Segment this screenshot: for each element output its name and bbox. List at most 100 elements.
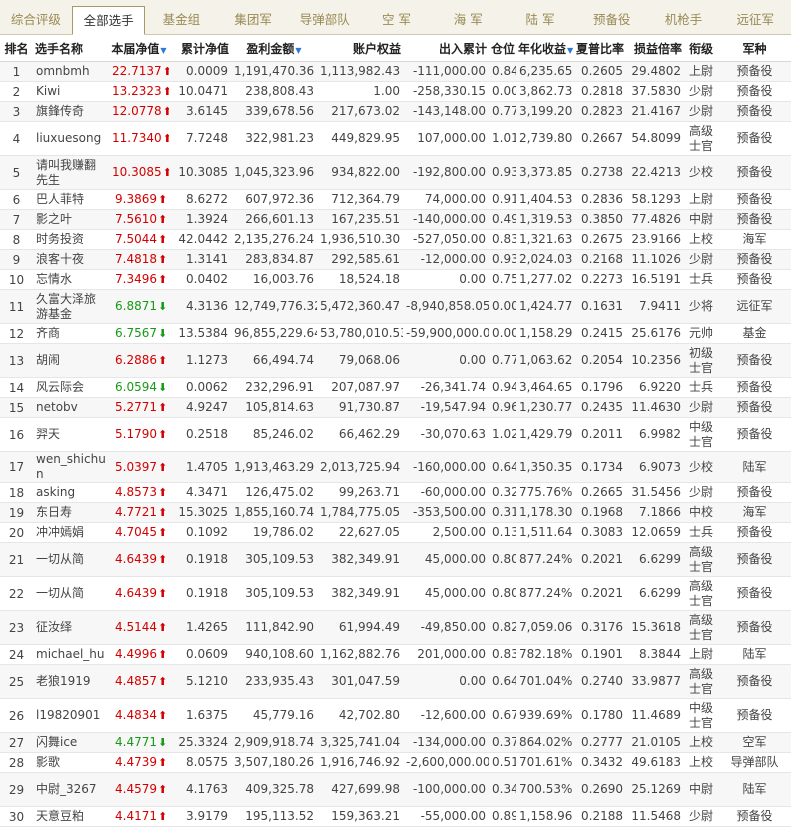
player-name-link[interactable]: 风云际会 bbox=[33, 377, 109, 398]
profit-cell: 283,834.87 bbox=[231, 249, 317, 270]
tab-9[interactable]: 机枪手 bbox=[648, 6, 720, 34]
sharpe-cell: 0.1631 bbox=[573, 289, 626, 324]
player-name-link[interactable]: liuxuesong bbox=[33, 121, 109, 156]
col-inout[interactable]: 出入累计 bbox=[403, 35, 489, 62]
tab-6[interactable]: 海 军 bbox=[432, 6, 504, 34]
loss-ratio-cell: 49.6183 bbox=[626, 752, 684, 773]
player-name-link[interactable]: asking bbox=[33, 482, 109, 503]
inout-cell: -59,900,000.00 bbox=[403, 323, 489, 344]
table-row[interactable]: 22 一切从简 4.6439⬆ 0.1918 305,109.53 382,349.91 4… bbox=[0, 576, 791, 611]
mil-rank-cell: 少尉 bbox=[684, 101, 718, 122]
tab-3[interactable]: 集团军 bbox=[217, 6, 289, 34]
player-name-link[interactable]: michael_hu bbox=[33, 644, 109, 665]
col-mil-rank[interactable]: 衔级 bbox=[684, 35, 718, 62]
tab-0[interactable]: 综合评级 bbox=[0, 6, 72, 34]
player-name-link[interactable]: 齐商 bbox=[33, 323, 109, 344]
player-name-link[interactable]: 东日寿 bbox=[33, 502, 109, 523]
table-row[interactable]: 2Kiwi13.2323⬆10.0471238,808.431.00-258,3… bbox=[0, 81, 791, 102]
table-row[interactable]: 6 巴人菲特 9.3869⬆ 8.6272 607,972.36 712,364.79 74… bbox=[0, 189, 791, 210]
col-annual[interactable]: 年化收益▼ bbox=[516, 35, 573, 62]
table-row[interactable]: 5请叫我赚翻先生10.3085⬆10.30851,045,323.96934,8… bbox=[0, 155, 791, 190]
cum-nav-cell: 5.1210 bbox=[169, 664, 231, 699]
player-name-link[interactable]: 中尉_3267 bbox=[33, 772, 109, 807]
player-name-link[interactable]: 请叫我赚翻先生 bbox=[33, 155, 109, 190]
annual-cell: 1,429.79% bbox=[516, 417, 573, 452]
player-name-link[interactable]: 影歌 bbox=[33, 752, 109, 773]
table-row[interactable]: 25 老狼1919 4.4857⬆ 5.1210 233,935.43 301,047.5… bbox=[0, 664, 791, 699]
table-row[interactable]: 16 羿天 5.1790⬆ 0.2518 85,246.02 66,462.29 -30,0… bbox=[0, 417, 791, 452]
tab-1[interactable]: 全部选手 bbox=[71, 6, 146, 35]
player-name-link[interactable]: 羿天 bbox=[33, 417, 109, 452]
player-name-link[interactable]: omnbmh bbox=[33, 61, 109, 82]
col-cum-nav[interactable]: 累计净值 bbox=[169, 35, 231, 62]
player-name-link[interactable]: 冲冲嫣娟 bbox=[33, 522, 109, 543]
col-profit[interactable]: 盈利金额▼ bbox=[231, 35, 317, 62]
col-rank[interactable]: 排名 bbox=[0, 35, 33, 62]
tab-2[interactable]: 基金组 bbox=[145, 6, 217, 34]
table-row[interactable]: 7 影之叶 7.5610⬆ 1.3924 266,601.13 167,235.51 -14… bbox=[0, 209, 791, 230]
table-row[interactable]: 1omnbmh22.7137⬆0.00091,191,470.361,113,9… bbox=[0, 61, 791, 82]
table-row[interactable]: 21 一切从简 4.6439⬆ 0.1918 305,109.53 382,349.91 4… bbox=[0, 542, 791, 577]
player-name-link[interactable]: 旗鋒传奇 bbox=[33, 101, 109, 122]
tab-5[interactable]: 空 军 bbox=[361, 6, 433, 34]
nav-value: 5.0397 bbox=[115, 459, 157, 474]
col-service[interactable]: 军种 bbox=[718, 35, 791, 62]
player-name-link[interactable]: 一切从简 bbox=[33, 576, 109, 611]
tab-7[interactable]: 陆 军 bbox=[504, 6, 576, 34]
player-name-link[interactable]: 征汝绎 bbox=[33, 610, 109, 645]
player-name-link[interactable]: Kiwi bbox=[33, 81, 109, 102]
table-row[interactable]: 26 l19820901 4.4834⬆ 1.6375 45,779.16 42,702.… bbox=[0, 698, 791, 733]
col-equity[interactable]: 账户权益 bbox=[317, 35, 403, 62]
table-row[interactable]: 24 michael_hu 4.4996⬆ 0.0609 940,108.60 1,162… bbox=[0, 644, 791, 665]
table-row[interactable]: 19 东日寿 4.7721⬆ 15.3025 1,855,160.74 1,784,775… bbox=[0, 502, 791, 523]
table-row[interactable]: 30 天意豆粕 4.4171⬆ 3.9179 195,113.52 159,363.21-… bbox=[0, 806, 791, 827]
table-row[interactable]: 23 征汝绎 4.5144⬆ 1.4265 111,842.90 61,994.49 -49… bbox=[0, 610, 791, 645]
player-name-link[interactable]: wen_shichun bbox=[33, 451, 109, 483]
table-row[interactable]: 13 胡闹 6.2886⬆ 1.1273 66,494.74 79,068.06 0.00 0… bbox=[0, 343, 791, 378]
player-name-link[interactable]: 忘情水 bbox=[33, 269, 109, 290]
table-row[interactable]: 11 久富大泽旅游基金 6.8871⬇ 4.3136 12,749,776.32 5,47… bbox=[0, 289, 791, 324]
player-name-link[interactable]: 浪客十夜 bbox=[33, 249, 109, 270]
player-name-link[interactable]: l19820901 bbox=[33, 698, 109, 733]
player-name-link[interactable]: 胡闹 bbox=[33, 343, 109, 378]
player-name-link[interactable]: 天意豆粕 bbox=[33, 806, 109, 827]
player-name-link[interactable]: netobv bbox=[33, 397, 109, 418]
table-row[interactable]: 10 忘情水 7.3496⬆ 0.0402 16,003.76 18,524.18 0.00… bbox=[0, 269, 791, 290]
table-row[interactable]: 29 中尉_3267 4.4579⬆ 4.1763 409,325.78 427,699.… bbox=[0, 772, 791, 807]
week-nav-cell: 7.4818⬆ bbox=[109, 249, 169, 270]
table-row[interactable]: 12 齐商 6.7567⬇ 13.5384 96,855,229.64 53,780,01… bbox=[0, 323, 791, 344]
tab-8[interactable]: 预备役 bbox=[576, 6, 648, 34]
col-week-nav[interactable]: 本届净值▼ bbox=[109, 35, 169, 62]
table-row[interactable]: 15 netobv 5.2771⬆ 4.9247 105,814.63 91,730.87… bbox=[0, 397, 791, 418]
table-row[interactable]: 17 wen_shichun 5.0397⬆ 1.4705 1,913,463.29 2,… bbox=[0, 451, 791, 483]
table-row[interactable]: 14 风云际会 6.0594⬇ 0.0062 232,296.91 207,087.97-… bbox=[0, 377, 791, 398]
table-row[interactable]: 28 影歌 4.4739⬆ 8.0575 3,507,180.26 1,916,746.9… bbox=[0, 752, 791, 773]
table-row[interactable]: 8 时务投资 7.5044⬆ 42.0442 2,135,276.24 1,936,510… bbox=[0, 229, 791, 250]
player-name-link[interactable]: 影之叶 bbox=[33, 209, 109, 230]
col-sharpe[interactable]: 夏普比率 bbox=[573, 35, 626, 62]
col-name[interactable]: 选手名称 bbox=[33, 35, 109, 62]
player-name-link[interactable]: 时务投资 bbox=[33, 229, 109, 250]
player-name-link[interactable]: 巴人菲特 bbox=[33, 189, 109, 210]
annual-cell: 2,739.80% bbox=[516, 121, 573, 156]
player-name-link[interactable]: 闪舞ice bbox=[33, 732, 109, 753]
position-cell: 0.77 bbox=[489, 101, 516, 122]
player-name-link[interactable]: 久富大泽旅游基金 bbox=[33, 289, 109, 324]
table-row[interactable]: 9 浪客十夜 7.4818⬆ 1.3141 283,834.87 292,585.61 -1… bbox=[0, 249, 791, 270]
col-loss-ratio[interactable]: 损益倍率 bbox=[626, 35, 684, 62]
loss-ratio-cell: 6.9220 bbox=[626, 377, 684, 398]
col-position[interactable]: 仓位 bbox=[489, 35, 516, 62]
table-row[interactable]: 20 冲冲嫣娟 4.7045⬆ 0.1092 19,786.02 22,627.05 2,5… bbox=[0, 522, 791, 543]
table-row[interactable]: 27 闪舞ice 4.4771⬇ 25.3324 2,909,918.74 3,325,7… bbox=[0, 732, 791, 753]
loss-ratio-cell: 21.4167 bbox=[626, 101, 684, 122]
tab-10[interactable]: 远征军 bbox=[719, 6, 791, 34]
table-row[interactable]: 18 asking 4.8573⬆ 4.3471 126,475.02 99,263.71… bbox=[0, 482, 791, 503]
week-nav-cell: 6.0594⬇ bbox=[109, 377, 169, 398]
tab-4[interactable]: 导弹部队 bbox=[289, 6, 361, 34]
table-row[interactable]: 4liuxuesong11.7340⬆7.7248322,981.23449,8… bbox=[0, 121, 791, 156]
week-nav-cell: 4.7721⬆ bbox=[109, 502, 169, 523]
equity-cell: 449,829.95 bbox=[317, 121, 403, 156]
player-name-link[interactable]: 一切从简 bbox=[33, 542, 109, 577]
player-name-link[interactable]: 老狼1919 bbox=[33, 664, 109, 699]
table-row[interactable]: 3旗鋒传奇12.0778⬆3.6145339,678.56217,673.02-… bbox=[0, 101, 791, 122]
